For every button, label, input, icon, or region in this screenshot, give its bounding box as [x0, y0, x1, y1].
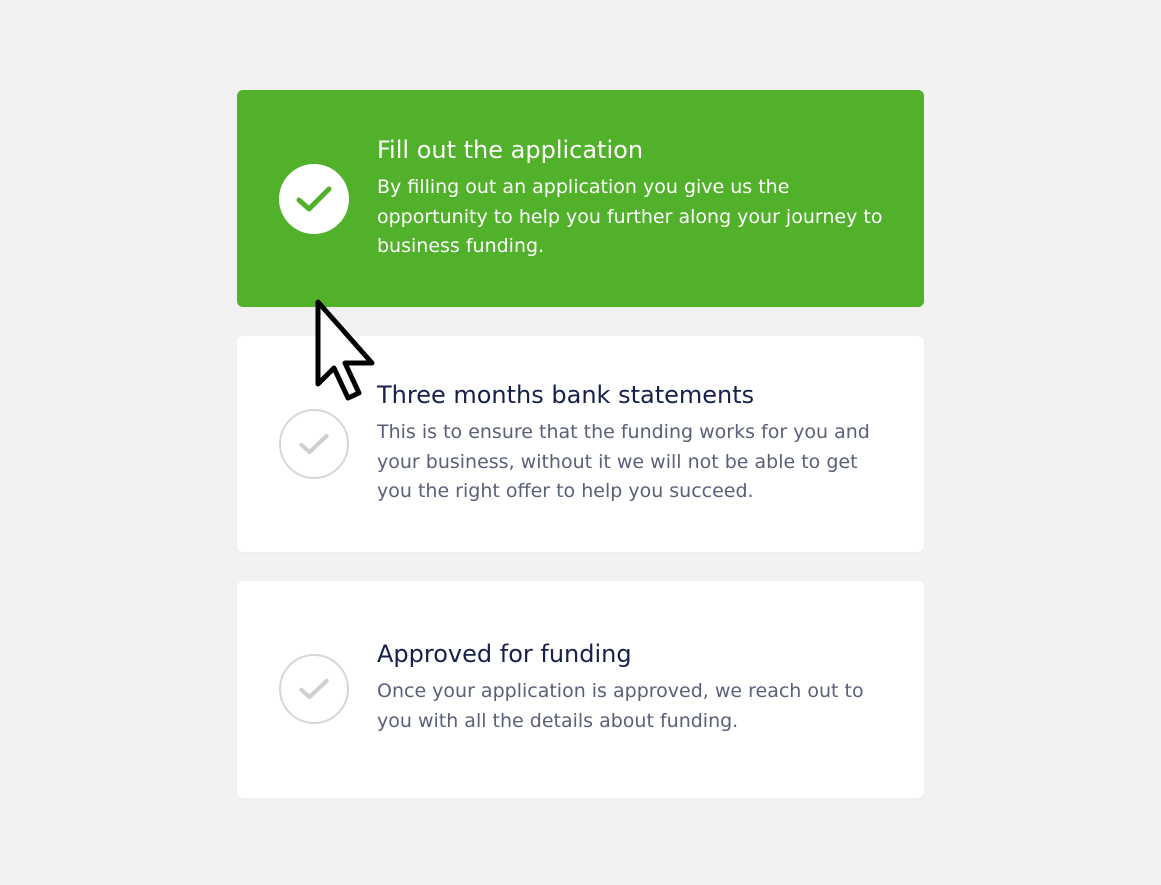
step-text: Three months bank statements This is to …: [377, 380, 897, 507]
check-circle-icon: [279, 654, 349, 724]
check-circle-icon: [279, 164, 349, 234]
step-description: By filling out an application you give u…: [377, 176, 883, 257]
check-circle-icon: [279, 409, 349, 479]
step-card-approved-funding[interactable]: Approved for funding Once your applicati…: [237, 581, 924, 798]
step-title: Approved for funding: [377, 640, 632, 668]
step-text: Approved for funding Once your applicati…: [377, 639, 897, 736]
step-description: Once your application is approved, we re…: [377, 680, 864, 732]
step-title: Fill out the application: [377, 136, 644, 164]
step-title: Three months bank statements: [377, 381, 755, 409]
step-card-fill-application[interactable]: Fill out the application By filling out …: [237, 90, 924, 307]
step-text: Fill out the application By filling out …: [377, 135, 897, 262]
step-description: This is to ensure that the funding works…: [377, 421, 870, 502]
mouse-pointer-icon: [315, 299, 375, 401]
